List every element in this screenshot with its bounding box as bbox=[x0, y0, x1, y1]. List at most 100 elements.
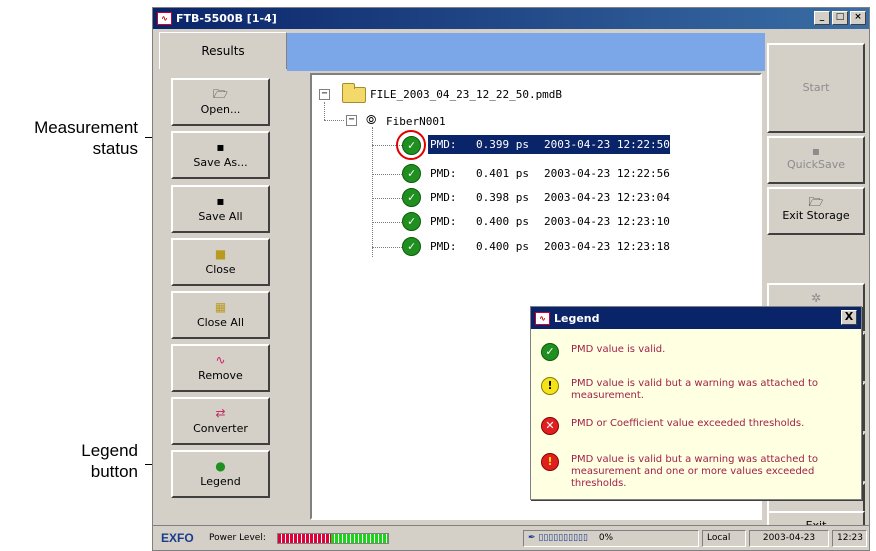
mode-indicator: Local bbox=[702, 530, 746, 547]
folder-icon: ■ bbox=[214, 247, 227, 261]
close-file-button[interactable]: ■ Close bbox=[171, 238, 270, 286]
remove-button-label: Remove bbox=[198, 369, 243, 382]
measurement-value: 0.399 ps bbox=[476, 138, 529, 151]
measurement-label: PMD: bbox=[430, 240, 457, 253]
save-as-button[interactable]: ▪ Save As... bbox=[171, 131, 270, 179]
start-button-label: Start bbox=[802, 81, 830, 94]
window-title: FTB-5500B [1-4] bbox=[176, 12, 277, 25]
tree-connector bbox=[372, 247, 402, 248]
open-folder-icon: 🗁 bbox=[808, 195, 824, 209]
callout-text-line1: Measurement bbox=[34, 118, 138, 137]
legend-button-label: Legend bbox=[200, 475, 241, 488]
open-button-label: Open... bbox=[200, 103, 241, 116]
tools-icon: ✲ bbox=[810, 291, 822, 305]
remove-icon: ∿ bbox=[215, 353, 226, 367]
callout-text-line1: Legend bbox=[81, 441, 138, 460]
close-button[interactable]: × bbox=[850, 11, 866, 25]
power-level-remaining bbox=[330, 534, 388, 543]
measurement-value: 0.401 ps bbox=[476, 167, 529, 180]
remove-button[interactable]: ∿ Remove bbox=[171, 344, 270, 392]
fiber-name[interactable]: FiberN001 bbox=[386, 115, 446, 128]
legend-item-text: PMD value is valid but a warning was att… bbox=[571, 454, 818, 489]
fiber-expander[interactable]: − bbox=[346, 115, 357, 126]
measurement-timestamp: 2003-04-23 12:23:04 bbox=[544, 191, 670, 204]
measurement-value: 0.400 ps bbox=[476, 240, 529, 253]
measurement-timestamp: 2003-04-23 12:22:50 bbox=[544, 138, 670, 151]
valid-status-icon: ✓ bbox=[402, 237, 421, 256]
open-button[interactable]: 🗁 Open... bbox=[171, 78, 270, 126]
status-highlight-ring bbox=[396, 130, 426, 160]
legend-button-callout: Legend button bbox=[81, 440, 138, 482]
power-level-bar bbox=[277, 533, 389, 544]
legend-item-text: PMD or Coefficient value exceeded thresh… bbox=[571, 418, 805, 429]
close-all-button[interactable]: ▦ Close All bbox=[171, 291, 270, 339]
start-button[interactable]: Start bbox=[767, 43, 865, 133]
measurement-label: PMD: bbox=[430, 167, 457, 180]
measurement-label: PMD: bbox=[430, 215, 457, 228]
tree-connector bbox=[372, 222, 402, 223]
measurement-timestamp: 2003-04-23 12:23:10 bbox=[544, 215, 670, 228]
quicksave-button-label: QuickSave bbox=[786, 158, 846, 171]
legend-button[interactable]: ● Legend bbox=[171, 450, 270, 498]
header-band bbox=[287, 33, 765, 71]
minimize-button[interactable]: _ bbox=[814, 11, 830, 25]
measurement-row[interactable]: PMD: 0.399 ps 2003-04-23 12:22:50 bbox=[427, 134, 671, 155]
tree-connector bbox=[324, 102, 325, 120]
folder-icon bbox=[342, 83, 366, 103]
quicksave-button[interactable]: ▪ QuickSave bbox=[767, 136, 865, 184]
valid-status-icon: ✓ bbox=[402, 212, 421, 231]
floppy-icon: ▪ bbox=[216, 140, 225, 154]
measurement-label: PMD: bbox=[430, 138, 457, 151]
status-date: 2003-04-23 bbox=[749, 530, 829, 547]
battery-icon: ✒ ▯▯▯▯▯▯▯▯▯▯ bbox=[528, 533, 588, 543]
legend-item: ! PMD value is valid but a warning was a… bbox=[541, 377, 851, 402]
battery-percent: 0% bbox=[598, 533, 614, 543]
maximize-button[interactable]: □ bbox=[832, 11, 848, 25]
app-icon: ∿ bbox=[157, 12, 172, 25]
folders-icon: ▦ bbox=[214, 300, 227, 314]
measurement-row[interactable]: PMD: 0.401 ps 2003-04-23 12:22:56 bbox=[428, 164, 670, 183]
tree-connector bbox=[372, 174, 402, 175]
legend-title-bar: ∿ Legend X bbox=[531, 307, 861, 329]
floppy-icon: ▪ bbox=[811, 144, 821, 158]
measurement-value: 0.400 ps bbox=[476, 215, 529, 228]
warning-exceeded-status-icon: ! bbox=[541, 453, 559, 471]
battery-indicator: ✒ ▯▯▯▯▯▯▯▯▯▯ 0% bbox=[523, 530, 699, 547]
legend-close-button[interactable]: X bbox=[841, 310, 857, 325]
measurement-timestamp: 2003-04-23 12:23:18 bbox=[544, 240, 670, 253]
title-bar: ∿ FTB-5500B [1-4] _ □ × bbox=[153, 8, 869, 29]
exceeded-status-icon: ✕ bbox=[541, 417, 559, 435]
measurement-label: PMD: bbox=[430, 191, 457, 204]
valid-status-icon: ✓ bbox=[402, 164, 421, 183]
file-expander[interactable]: − bbox=[319, 89, 330, 100]
legend-item-text: PMD value is valid. bbox=[571, 344, 666, 355]
power-level-fill bbox=[278, 534, 331, 543]
open-folder-icon: 🗁 bbox=[213, 87, 228, 101]
exit-storage-button[interactable]: 🗁 Exit Storage bbox=[767, 187, 865, 235]
file-name[interactable]: FILE_2003_04_23_12_22_50.pmdB bbox=[370, 88, 562, 101]
legend-item: ! PMD value is valid but a warning was a… bbox=[541, 453, 851, 490]
legend-dialog: ∿ Legend X ✓ PMD value is valid. ! PMD v… bbox=[530, 306, 862, 500]
measurement-value: 0.398 ps bbox=[476, 191, 529, 204]
brand-logo: EXFO bbox=[161, 531, 194, 545]
measurement-row[interactable]: PMD: 0.398 ps 2003-04-23 12:23:04 bbox=[428, 188, 670, 207]
legend-item: ✓ PMD value is valid. bbox=[541, 343, 851, 361]
legend-title: Legend bbox=[554, 311, 600, 325]
measurement-timestamp: 2003-04-23 12:22:56 bbox=[544, 167, 670, 180]
measurement-row[interactable]: PMD: 0.400 ps 2003-04-23 12:23:18 bbox=[428, 237, 670, 256]
measurement-status-callout: Measurement status bbox=[34, 117, 138, 159]
window-controls: _ □ × bbox=[814, 11, 866, 25]
converter-button-label: Converter bbox=[193, 422, 248, 435]
tab-results[interactable]: Results bbox=[159, 32, 287, 69]
tree-connector bbox=[372, 127, 373, 257]
measurement-row[interactable]: PMD: 0.400 ps 2003-04-23 12:23:10 bbox=[428, 212, 670, 231]
status-bar: EXFO Power Level: ✒ ▯▯▯▯▯▯▯▯▯▯ 0% Local … bbox=[153, 525, 869, 550]
valid-status-icon: ✓ bbox=[402, 188, 421, 207]
converter-button[interactable]: ⇄ Converter bbox=[171, 397, 270, 445]
fiber-icon: ⦾ bbox=[366, 113, 377, 128]
status-time: 12:23 bbox=[832, 530, 867, 547]
legend-item: ✕ PMD or Coefficient value exceeded thre… bbox=[541, 417, 851, 435]
save-all-button[interactable]: ▪ Save All bbox=[171, 185, 270, 233]
warning-status-icon: ! bbox=[541, 377, 559, 395]
close-file-button-label: Close bbox=[205, 263, 236, 276]
